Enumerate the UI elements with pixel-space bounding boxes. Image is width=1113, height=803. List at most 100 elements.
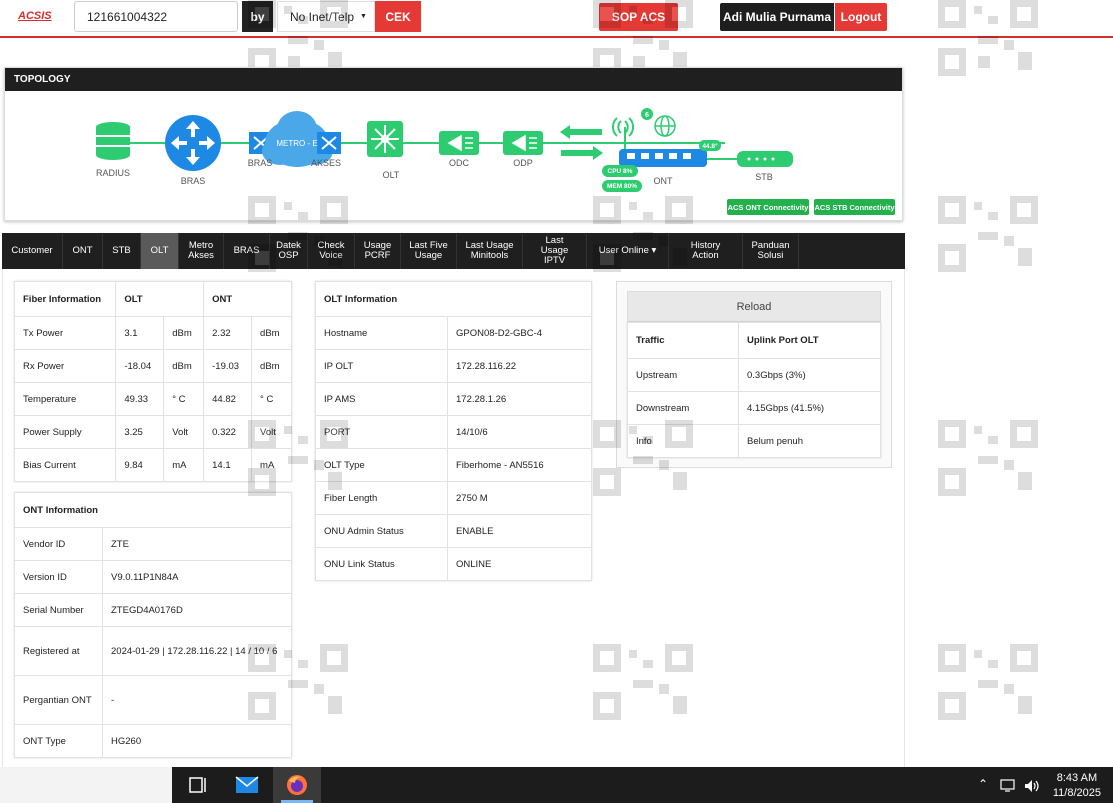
table-row: IP AMS 172.28.1.26 <box>315 382 592 416</box>
table-row: ONT Type HG260 <box>14 724 292 758</box>
cell-label: IP OLT <box>315 349 448 383</box>
wifi-icon <box>611 117 635 151</box>
mail-icon[interactable] <box>235 773 259 797</box>
odc-label: ODC <box>449 158 469 168</box>
acs-ont-connectivity-button[interactable]: ACS ONT Connectivity <box>727 199 809 215</box>
task-view-icon[interactable] <box>186 773 210 797</box>
olt-information-table: OLT Information Hostname GPON08-D2-GBC-4… <box>315 281 592 581</box>
cell-value: 172.28.116.22 <box>447 349 592 383</box>
cell-label: Tx Power <box>13 316 117 350</box>
cell-value: 3.1 <box>115 316 165 350</box>
cell-value: -18.04 <box>115 349 165 383</box>
tab-usage-pcrf[interactable]: Usage PCRF <box>355 233 401 269</box>
olt-icon <box>367 121 403 157</box>
qr-watermark <box>593 0 693 76</box>
qr-watermark <box>938 0 1038 76</box>
qr-watermark <box>593 644 693 720</box>
table-row: Upstream 0.3Gbps (3%) <box>627 358 881 392</box>
tab-last-five-usage[interactable]: Last Five Usage <box>401 233 457 269</box>
cell-value: Fiberhome - AN5516 <box>447 448 592 482</box>
table-header-row: OLT Information <box>315 281 592 317</box>
topology-panel: TOPOLOGY 6 44.8° CPU 8% MEM 80% METRO - … <box>4 67 903 221</box>
cell-label: IP AMS <box>315 382 448 416</box>
table-row: Version ID V9.0.11P1N84A <box>14 560 292 594</box>
table-row: Vendor ID ZTE <box>14 527 292 561</box>
olt-label: OLT <box>382 170 400 180</box>
volume-icon[interactable] <box>1024 779 1040 793</box>
table-header: ONT <box>203 281 292 317</box>
cell-value: 0.322 <box>203 415 253 449</box>
cell-unit: dBm <box>163 316 205 350</box>
cell-label: Temperature <box>13 382 117 416</box>
cell-value: ONLINE <box>447 547 592 581</box>
table-header: OLT Information <box>315 281 592 317</box>
cell-label: Hostname <box>315 316 448 350</box>
taskbar-search-area[interactable] <box>0 767 172 803</box>
metro-label: METRO - E <box>276 139 317 148</box>
cell-value: HG260 <box>102 724 292 758</box>
cek-button[interactable]: CEK <box>375 1 421 32</box>
qr-watermark <box>938 196 1038 272</box>
cell-value: Belum penuh <box>738 424 881 458</box>
table-row: PORT 14/10/6 <box>315 415 592 449</box>
tab-last-usage-minitools[interactable]: Last Usage Minitools <box>457 233 523 269</box>
cell-unit: ° C <box>163 382 205 416</box>
chevron-up-icon[interactable]: ⌃ <box>978 777 988 791</box>
cell-unit: mA <box>163 448 205 482</box>
stb-icon <box>737 151 793 167</box>
app-logo[interactable]: ACSIS <box>18 10 52 22</box>
tab-last-usage-iptv[interactable]: Last Usage IPTV <box>523 233 587 269</box>
cell-label: Rx Power <box>13 349 117 383</box>
cell-value: 14/10/6 <box>447 415 592 449</box>
firefox-taskbar-button[interactable] <box>273 767 321 803</box>
table-header-row: Traffic Uplink Port OLT <box>627 322 881 359</box>
tab-metro-akses[interactable]: Metro Akses <box>179 233 224 269</box>
bras-router-icon <box>165 115 221 171</box>
user-name: Adi Mulia Purnama <box>720 3 834 31</box>
search-input[interactable] <box>74 1 238 32</box>
cell-value: -19.03 <box>203 349 253 383</box>
clock-time: 8:43 AM <box>1056 772 1098 784</box>
odp-label: ODP <box>513 158 533 168</box>
cell-value: 9.84 <box>115 448 165 482</box>
stb-label: STB <box>755 172 773 182</box>
logout-button[interactable]: Logout <box>835 3 887 31</box>
tab-olt[interactable]: OLT <box>141 233 179 269</box>
temperature-text: 44.8° <box>702 142 718 150</box>
tab-customer[interactable]: Customer <box>2 233 63 269</box>
cell-value: 2.32 <box>203 316 253 350</box>
tab-panduan-solusi[interactable]: Panduan Solusi <box>743 233 799 269</box>
tab-stb[interactable]: STB <box>103 233 141 269</box>
table-row: Rx Power -18.04 dBm -19.03 dBm <box>13 349 292 383</box>
qr-watermark <box>248 644 348 720</box>
table-row: Tx Power 3.1 dBm 2.32 dBm <box>13 316 292 350</box>
tab-bar: Customer ONT STB OLT Metro Akses BRAS Da… <box>2 233 905 269</box>
bras-label: BRAS <box>180 176 206 186</box>
table-header: Fiber Information <box>13 281 117 317</box>
table-header-row: ONT Information <box>14 492 292 528</box>
cell-label: ONU Link Status <box>315 547 448 581</box>
cell-value: 3.25 <box>115 415 165 449</box>
qr-watermark <box>248 420 348 496</box>
akses-label: AKSES <box>310 158 341 168</box>
acs-stb-connectivity-button[interactable]: ACS STB Connectivity <box>814 199 895 215</box>
cell-label: Bias Current <box>13 448 117 482</box>
globe-icon <box>654 115 676 137</box>
cell-value: 49.33 <box>115 382 165 416</box>
cell-unit: dBm <box>251 349 292 383</box>
cell-unit: ° C <box>251 382 292 416</box>
network-icon[interactable] <box>1000 779 1016 793</box>
radius-icon <box>96 122 130 160</box>
tab-ont[interactable]: ONT <box>63 233 103 269</box>
taskbar-clock[interactable]: 8:43 AM 11/8/2025 <box>1053 771 1101 801</box>
reload-button[interactable]: Reload <box>627 291 881 322</box>
table-header: ONT Information <box>14 492 292 528</box>
cell-label: Vendor ID <box>14 527 103 561</box>
table-row: IP OLT 172.28.116.22 <box>315 349 592 383</box>
cell-label: Version ID <box>14 560 103 594</box>
cell-label: Power Supply <box>13 415 117 449</box>
caret-down-icon: ▼ <box>360 13 367 20</box>
table-row: OLT Type Fiberhome - AN5516 <box>315 448 592 482</box>
qr-watermark <box>593 420 693 496</box>
table-header: Traffic <box>627 322 739 359</box>
